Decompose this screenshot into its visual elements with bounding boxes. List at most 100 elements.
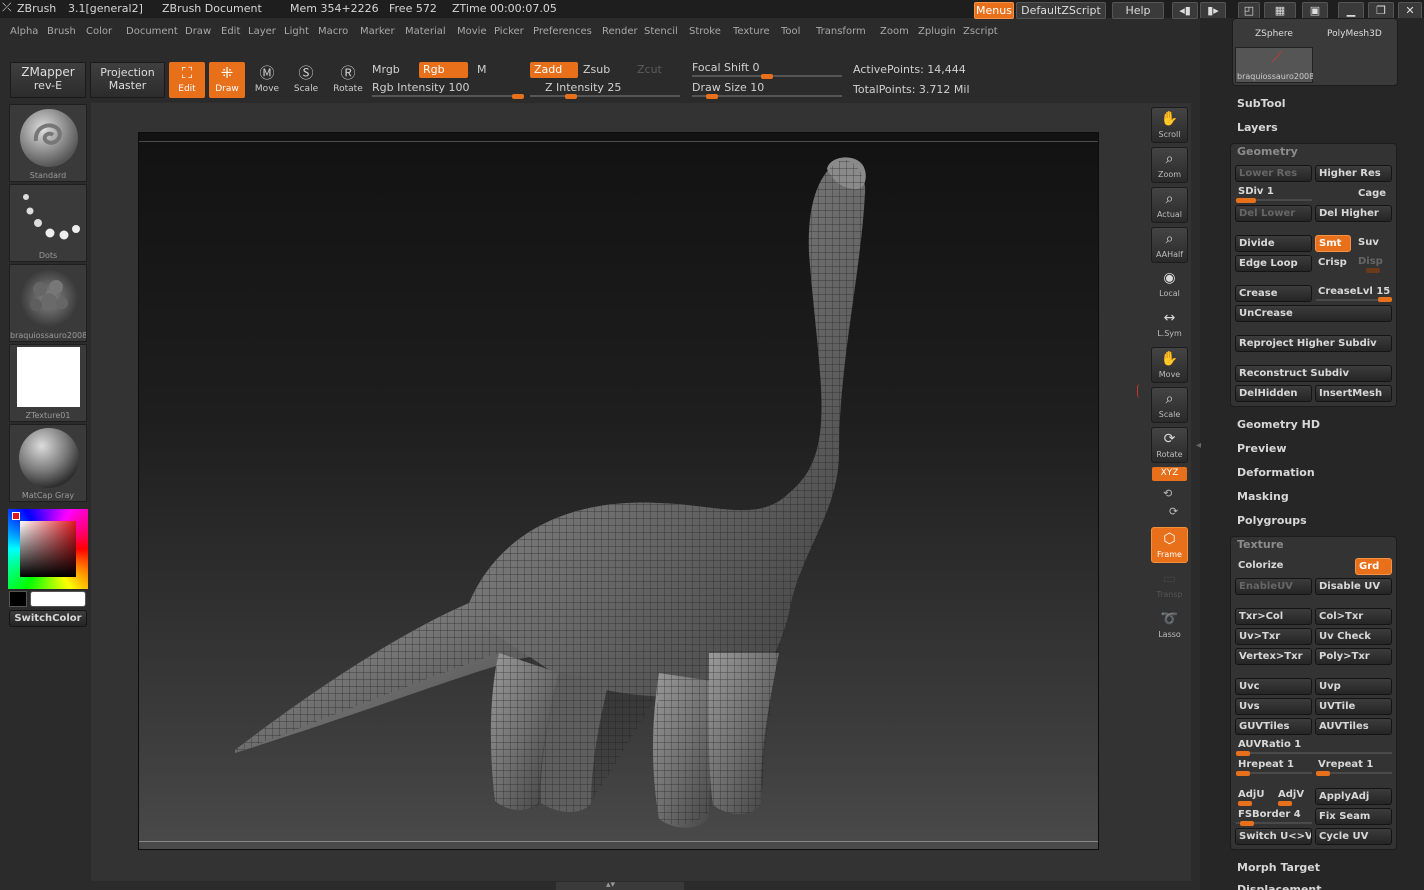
adjv-knob[interactable]	[1278, 801, 1292, 806]
menu-preferences[interactable]: Preferences	[533, 26, 592, 37]
deformation-header[interactable]: Deformation	[1237, 466, 1315, 479]
auvtiles-button[interactable]: AUVTiles	[1315, 718, 1392, 735]
menu-render[interactable]: Render	[602, 26, 638, 37]
zsub-toggle[interactable]: Zsub	[583, 63, 610, 76]
lower-res-button[interactable]: Lower Res	[1235, 165, 1312, 182]
uncrease-button[interactable]: UnCrease	[1235, 305, 1392, 322]
rotate-view-button[interactable]: ⟳ Rotate	[1151, 427, 1188, 463]
z-rotate-icon[interactable]: ⟳	[1169, 505, 1178, 518]
m-toggle[interactable]: M	[477, 63, 487, 76]
secondary-color-swatch[interactable]	[9, 591, 27, 607]
geometry-hd-header[interactable]: Geometry HD	[1237, 418, 1320, 431]
fix-seam-button[interactable]: Fix Seam	[1315, 808, 1392, 825]
brush-slot[interactable]: Standard	[9, 104, 87, 182]
vrepeat-knob[interactable]	[1316, 771, 1330, 776]
menu-picker[interactable]: Picker	[494, 26, 524, 37]
cycle-uv-button[interactable]: Cycle UV	[1315, 828, 1392, 845]
stroke-slot[interactable]: Dots	[9, 184, 87, 262]
rgb-toggle[interactable]: Rgb	[419, 62, 468, 78]
hrepeat-slider[interactable]: Hrepeat 1	[1238, 759, 1294, 770]
rgb-intensity-knob[interactable]	[512, 94, 524, 99]
texture-slot[interactable]: ZTexture01	[9, 344, 87, 422]
close-icon[interactable]: ✕	[1398, 2, 1422, 19]
layout-icon[interactable]: ◰	[1238, 2, 1260, 19]
material-slot[interactable]: MatCap Gray	[9, 424, 87, 502]
crease-level-slider[interactable]: CreaseLvl 15	[1318, 286, 1390, 297]
save-ui-icon[interactable]: ▣	[1302, 2, 1328, 19]
edge-loop-button[interactable]: Edge Loop	[1235, 255, 1312, 272]
tool-thumb-polymesh[interactable]: PolyMesh3D	[1327, 29, 1382, 39]
alpha-slot[interactable]: braquiossauro2008	[9, 264, 87, 342]
tool-thumb-braquio[interactable]: ⟋ braquiossauro2008	[1235, 47, 1313, 83]
zoom-button[interactable]: ⌕ Zoom	[1151, 147, 1188, 183]
adju-knob[interactable]	[1238, 801, 1252, 806]
adjv-slider[interactable]: AdjV	[1278, 789, 1304, 800]
palette-collapse-arrow[interactable]: ◂	[1196, 440, 1202, 470]
menu-stencil[interactable]: Stencil	[644, 26, 678, 37]
uvtile-button[interactable]: UVTile	[1315, 698, 1392, 715]
zadd-toggle[interactable]: Zadd	[530, 62, 578, 78]
frame-button[interactable]: ⬡ Frame	[1151, 527, 1188, 563]
rgb-intensity-track[interactable]	[372, 95, 524, 97]
aahalf-button[interactable]: ⌕ AAHalf	[1151, 227, 1188, 263]
local-button[interactable]: ◉ Local	[1151, 267, 1188, 303]
vrepeat-slider[interactable]: Vrepeat 1	[1318, 759, 1373, 770]
scale-view-button[interactable]: ⌕ Scale	[1151, 387, 1188, 423]
menu-movie[interactable]: Movie	[457, 26, 487, 37]
sdiv-slider[interactable]: SDiv 1	[1238, 186, 1274, 197]
menu-zplugin[interactable]: Zplugin	[918, 26, 956, 37]
displacement-header[interactable]: Displacement	[1237, 883, 1322, 890]
brachiosaurus-model[interactable]	[139, 133, 1099, 849]
suv-toggle[interactable]: Suv	[1358, 237, 1379, 248]
insertmesh-button[interactable]: InsertMesh	[1315, 385, 1392, 402]
xyz-toggle[interactable]: XYZ	[1152, 467, 1187, 481]
fsborder-knob[interactable]	[1240, 821, 1254, 826]
tray-expand-icon[interactable]: ▴▾	[606, 880, 615, 890]
reproject-higher-subdiv-button[interactable]: Reproject Higher Subdiv	[1235, 335, 1392, 352]
canvas-viewport[interactable]	[138, 132, 1099, 850]
divide-button[interactable]: Divide	[1235, 235, 1312, 252]
crease-button[interactable]: Crease	[1235, 285, 1312, 302]
rotate-button[interactable]: Ⓡ Rotate	[330, 62, 366, 98]
switch-uv-button[interactable]: Switch U<>V	[1235, 828, 1312, 845]
z-intensity-slider[interactable]: Z Intensity 25	[545, 81, 621, 94]
enable-uv-button[interactable]: EnableUV	[1235, 578, 1312, 595]
minimize-icon[interactable]: ▁	[1338, 2, 1364, 19]
disp-knob[interactable]	[1366, 268, 1380, 273]
uvp-button[interactable]: Uvp	[1315, 678, 1392, 695]
del-lower-button[interactable]: Del Lower	[1235, 205, 1312, 222]
txr-col-button[interactable]: Txr>Col	[1235, 608, 1312, 625]
maximize-icon[interactable]: ❐	[1368, 2, 1394, 19]
menu-light[interactable]: Light	[284, 26, 309, 37]
menu-marker[interactable]: Marker	[360, 26, 395, 37]
menu-color[interactable]: Color	[86, 26, 112, 37]
color-picker-square[interactable]	[20, 521, 76, 577]
menu-brush[interactable]: Brush	[47, 26, 76, 37]
uv-check-button[interactable]: Uv Check	[1315, 628, 1392, 645]
menu-document[interactable]: Document	[126, 26, 178, 37]
higher-res-button[interactable]: Higher Res	[1315, 165, 1392, 182]
smt-toggle[interactable]: Smt	[1315, 235, 1351, 252]
applyadj-button[interactable]: ApplyAdj	[1315, 788, 1392, 805]
col-txr-button[interactable]: Col>Txr	[1315, 608, 1392, 625]
menu-draw[interactable]: Draw	[185, 26, 211, 37]
primary-color-swatch[interactable]	[30, 591, 86, 607]
sdiv-knob[interactable]	[1236, 198, 1256, 203]
color-picker-marker[interactable]	[12, 512, 20, 520]
lsym-button[interactable]: ↔ L.Sym	[1151, 307, 1188, 343]
del-higher-button[interactable]: Del Higher	[1315, 205, 1392, 222]
color-picker-ring[interactable]	[8, 509, 88, 589]
scale-button[interactable]: Ⓢ Scale	[288, 62, 324, 98]
edit-button[interactable]: ⛶ Edit	[169, 62, 205, 98]
palette-layout-icon[interactable]: ▦	[1264, 2, 1296, 19]
cage-button[interactable]: Cage	[1358, 188, 1386, 199]
menu-texture[interactable]: Texture	[733, 26, 770, 37]
switch-color-button[interactable]: SwitchColor	[9, 610, 87, 627]
menu-alpha[interactable]: Alpha	[10, 26, 38, 37]
z-intensity-track[interactable]	[530, 95, 680, 97]
scroll-right-icon[interactable]: ▮▸	[1200, 2, 1226, 19]
colorize-toggle[interactable]: Colorize	[1238, 560, 1283, 571]
mrgb-toggle[interactable]: Mrgb	[372, 63, 400, 76]
polygroups-header[interactable]: Polygroups	[1237, 514, 1307, 527]
focal-shift-knob[interactable]	[761, 74, 773, 79]
